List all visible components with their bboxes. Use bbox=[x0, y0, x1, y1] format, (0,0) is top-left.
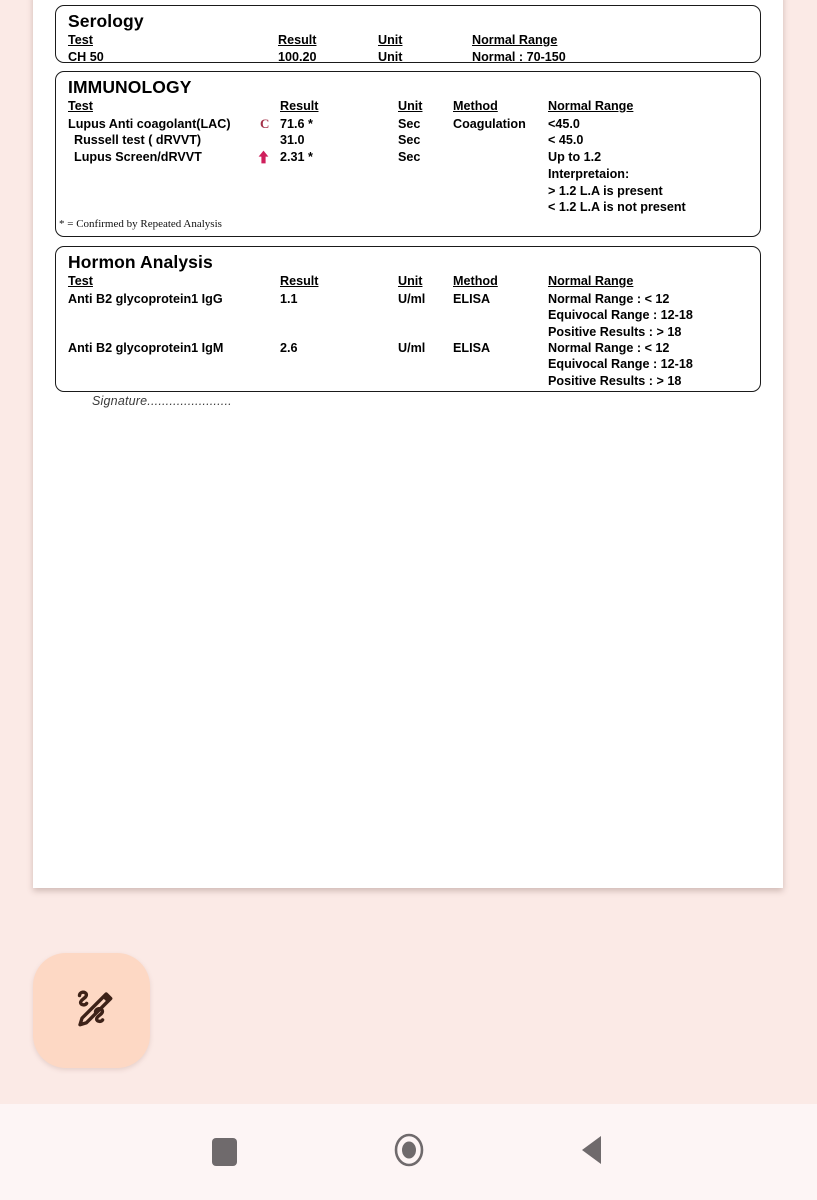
android-navigation-bar bbox=[0, 1104, 817, 1200]
column-header-test: Test bbox=[68, 33, 93, 47]
cell-test: Russell test ( dRVVT) bbox=[74, 133, 202, 147]
signature-label: Signature....................... bbox=[92, 394, 232, 408]
table-row-continuation: Equivocal Range : 12-18 bbox=[56, 356, 760, 372]
cell-test: Lupus Screen/dRVVT bbox=[74, 150, 202, 164]
column-header-result: Result bbox=[278, 33, 317, 47]
section-title-immunology: IMMUNOLOGY bbox=[68, 77, 192, 97]
cell-normal-range-line: Interpretaion: bbox=[548, 167, 630, 181]
cell-normal-range: Normal : 70-150 bbox=[472, 50, 566, 64]
column-header-unit: Unit bbox=[398, 274, 423, 288]
column-header-normal-range: Normal Range bbox=[548, 99, 634, 113]
cell-unit: Unit bbox=[378, 50, 403, 64]
cell-result: 31.0 bbox=[280, 133, 305, 147]
table-row-continuation: < 1.2 L.A is not present bbox=[56, 199, 760, 215]
cell-normal-range-line: Up to 1.2 bbox=[548, 150, 602, 164]
cell-test: Lupus Anti coagolant(LAC) bbox=[68, 117, 231, 131]
section-card-immunology: IMMUNOLOGY Test Result Unit Method Norma… bbox=[55, 71, 761, 237]
document-page[interactable]: Serology Test Result Unit Normal Range C… bbox=[33, 0, 783, 888]
table-row-continuation: Equivocal Range : 12-18 bbox=[56, 307, 760, 323]
cell-unit: U/ml bbox=[398, 341, 426, 355]
cell-normal-range: < 45.0 bbox=[548, 133, 584, 147]
table-row-continuation: Interpretaion: bbox=[56, 166, 760, 182]
column-header-result: Result bbox=[280, 274, 319, 288]
column-header-normal-range: Normal Range bbox=[472, 33, 558, 47]
column-header-normal-range: Normal Range bbox=[548, 274, 634, 288]
cell-method: ELISA bbox=[453, 341, 491, 355]
triangle-back-icon bbox=[577, 1132, 611, 1173]
app-screen: Serology Test Result Unit Normal Range C… bbox=[0, 0, 817, 1200]
column-header-result: Result bbox=[280, 99, 319, 113]
table-row-continuation: Positive Results : > 18 bbox=[56, 373, 760, 389]
circle-home-icon bbox=[389, 1130, 429, 1175]
cell-normal-range-line: Normal Range : < 12 bbox=[548, 341, 670, 355]
flag-high-up-arrow-icon bbox=[258, 150, 269, 164]
square-recents-icon bbox=[211, 1138, 237, 1166]
nav-home-button[interactable] bbox=[389, 1132, 429, 1172]
cell-normal-range-line: Normal Range : < 12 bbox=[548, 292, 670, 306]
cell-normal-range: <45.0 bbox=[548, 117, 580, 131]
column-header-method: Method bbox=[453, 274, 498, 288]
cell-unit: Sec bbox=[398, 150, 421, 164]
edit-markup-icon bbox=[69, 984, 115, 1037]
cell-normal-range-line: Equivocal Range : 12-18 bbox=[548, 357, 693, 371]
edit-markup-fab[interactable] bbox=[33, 953, 150, 1068]
cell-test: Anti B2 glycoprotein1 IgM bbox=[68, 341, 224, 355]
cell-method: Coagulation bbox=[453, 117, 526, 131]
section-card-hormon-analysis: Hormon Analysis Test Result Unit Method … bbox=[55, 246, 761, 392]
nav-recents-button[interactable] bbox=[206, 1134, 242, 1170]
table-header-row: Test Result Unit Method Normal Range bbox=[56, 273, 760, 289]
table-row: Lupus Screen/dRVVT 2.31 * Sec Up to 1.2 bbox=[56, 149, 760, 165]
table-row-continuation: > 1.2 L.A is present bbox=[56, 183, 760, 199]
flag-confirmed-c-icon: C bbox=[260, 116, 270, 131]
cell-test: Anti B2 glycoprotein1 IgG bbox=[68, 292, 223, 306]
cell-normal-range-line: Positive Results : > 18 bbox=[548, 374, 682, 388]
cell-result: 100.20 bbox=[278, 50, 317, 64]
column-header-unit: Unit bbox=[378, 33, 403, 47]
cell-method: ELISA bbox=[453, 292, 491, 306]
table-row-continuation: Positive Results : > 18 bbox=[56, 324, 760, 340]
section-card-serology: Serology Test Result Unit Normal Range C… bbox=[55, 5, 761, 65]
cell-test: CH 50 bbox=[68, 50, 104, 64]
cell-result: 2.31 * bbox=[280, 150, 313, 164]
cell-normal-range-line: Positive Results : > 18 bbox=[548, 325, 682, 339]
table-row: CH 50 100.20 Unit Normal : 70-150 bbox=[56, 49, 760, 65]
cell-result: 1.1 bbox=[280, 292, 298, 306]
cell-normal-range-line: > 1.2 L.A is present bbox=[548, 184, 663, 198]
cell-normal-range-line: Equivocal Range : 12-18 bbox=[548, 308, 693, 322]
table-row: Russell test ( dRVVT) 31.0 Sec < 45.0 bbox=[56, 132, 760, 148]
table-row: Anti B2 glycoprotein1 IgM 2.6 U/ml ELISA… bbox=[56, 340, 760, 356]
section-title-hormon-analysis: Hormon Analysis bbox=[68, 252, 213, 272]
table-header-row: Test Result Unit Method Normal Range bbox=[56, 98, 760, 114]
column-header-test: Test bbox=[68, 274, 93, 288]
cell-result: 71.6 * bbox=[280, 117, 313, 131]
column-header-test: Test bbox=[68, 99, 93, 113]
cell-result: 2.6 bbox=[280, 341, 298, 355]
section-title-serology: Serology bbox=[68, 11, 144, 31]
table-row: Lupus Anti coagolant(LAC) C 71.6 * Sec C… bbox=[56, 116, 760, 132]
nav-back-button[interactable] bbox=[574, 1132, 614, 1172]
table-row: Anti B2 glycoprotein1 IgG 1.1 U/ml ELISA… bbox=[56, 291, 760, 307]
column-header-unit: Unit bbox=[398, 99, 423, 113]
cell-unit: Sec bbox=[398, 117, 421, 131]
cell-normal-range-line: < 1.2 L.A is not present bbox=[548, 200, 686, 214]
footnote-confirmed-legend: * = Confirmed by Repeated Analysis bbox=[59, 218, 222, 230]
cell-unit: Sec bbox=[398, 133, 421, 147]
column-header-method: Method bbox=[453, 99, 498, 113]
cell-unit: U/ml bbox=[398, 292, 426, 306]
table-header-row: Test Result Unit Normal Range bbox=[56, 32, 760, 48]
